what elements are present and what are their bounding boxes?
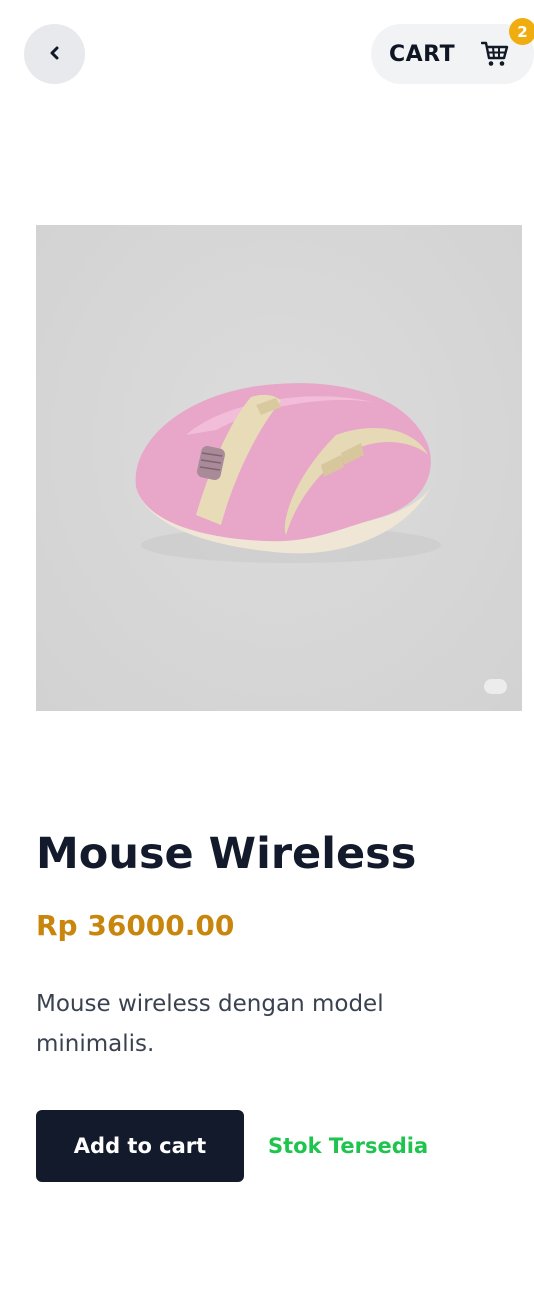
product-detail-page: CART 2 Mouse Wireless Rp 36000.00 Mouse …: [0, 0, 534, 1290]
mouse-illustration: [135, 383, 441, 563]
product-price: Rp 36000.00: [36, 909, 235, 942]
cart-count-badge: 2: [509, 18, 534, 45]
product-image: [36, 225, 522, 711]
watermark-icon: [484, 679, 507, 694]
product-description: Mouse wireless dengan model minimalis.: [36, 991, 384, 1057]
cart-button[interactable]: CART 2: [371, 18, 534, 84]
cart-label: CART: [389, 41, 456, 67]
product-title: Mouse Wireless: [36, 829, 417, 879]
chevron-left-icon: [48, 46, 62, 63]
add-to-cart-button[interactable]: Add to cart: [36, 1110, 244, 1182]
back-button[interactable]: [24, 24, 85, 84]
stock-status: Stok Tersedia: [268, 1134, 429, 1158]
shopping-cart-icon: [480, 40, 509, 68]
